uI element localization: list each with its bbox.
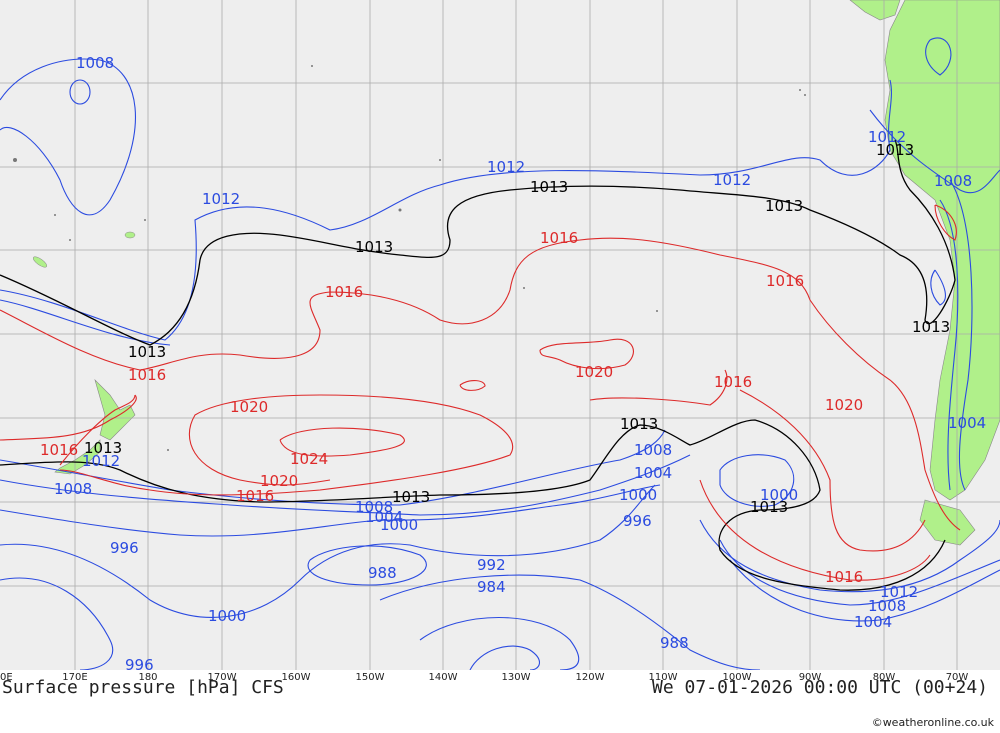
svg-text:1013: 1013 (392, 488, 430, 506)
svg-text:1020: 1020 (230, 398, 268, 416)
svg-text:996: 996 (110, 539, 139, 557)
svg-text:1004: 1004 (948, 414, 986, 432)
island-fiji (124, 231, 136, 239)
svg-text:1004: 1004 (854, 613, 892, 631)
lon-label-130w: 130W (501, 672, 531, 683)
svg-text:1013: 1013 (912, 318, 950, 336)
svg-text:1008: 1008 (76, 54, 114, 72)
svg-text:1020: 1020 (575, 363, 613, 381)
svg-text:996: 996 (623, 512, 652, 530)
credit-link[interactable]: ©weatheronline.co.uk (872, 716, 994, 729)
map-title: Surface pressure [hPa] CFS (2, 677, 284, 698)
lon-label-120w: 120W (575, 672, 605, 683)
svg-text:1013: 1013 (750, 498, 788, 516)
svg-text:1012: 1012 (202, 190, 240, 208)
svg-text:1016: 1016 (714, 373, 752, 391)
svg-text:1024: 1024 (290, 450, 328, 468)
svg-text:1013: 1013 (620, 415, 658, 433)
svg-text:1013: 1013 (355, 238, 393, 256)
svg-text:1016: 1016 (325, 283, 363, 301)
svg-text:1016: 1016 (128, 366, 166, 384)
svg-text:1016: 1016 (825, 568, 863, 586)
valid-time: We 07-01-2026 00:00 UTC (00+24) (652, 677, 988, 698)
svg-text:1016: 1016 (236, 487, 274, 505)
svg-text:1012: 1012 (487, 158, 525, 176)
svg-text:1013: 1013 (765, 197, 803, 215)
svg-text:1008: 1008 (634, 441, 672, 459)
svg-text:1008: 1008 (54, 480, 92, 498)
svg-text:988: 988 (660, 634, 689, 652)
svg-text:1004: 1004 (634, 464, 672, 482)
svg-text:988: 988 (368, 564, 397, 582)
svg-text:996: 996 (125, 656, 154, 670)
svg-text:1016: 1016 (540, 229, 578, 247)
pressure-map: 1008 1012 1012 1012 1012 1008 1012 1008 … (0, 0, 1000, 670)
svg-text:992: 992 (477, 556, 506, 574)
svg-text:1000: 1000 (380, 516, 418, 534)
svg-text:984: 984 (477, 578, 506, 596)
svg-text:1016: 1016 (766, 272, 804, 290)
svg-text:1020: 1020 (825, 396, 863, 414)
svg-text:1000: 1000 (208, 607, 246, 625)
svg-text:1008: 1008 (934, 172, 972, 190)
svg-text:1013: 1013 (128, 343, 166, 361)
svg-text:1016: 1016 (40, 441, 78, 459)
svg-text:1013: 1013 (530, 178, 568, 196)
svg-text:1000: 1000 (619, 486, 657, 504)
svg-text:1013: 1013 (84, 439, 122, 457)
lon-label-150w: 150W (355, 672, 385, 683)
svg-text:1012: 1012 (713, 171, 751, 189)
svg-text:1013: 1013 (876, 141, 914, 159)
lon-label-140w: 140W (428, 672, 458, 683)
lon-label-160w: 160W (281, 672, 311, 683)
